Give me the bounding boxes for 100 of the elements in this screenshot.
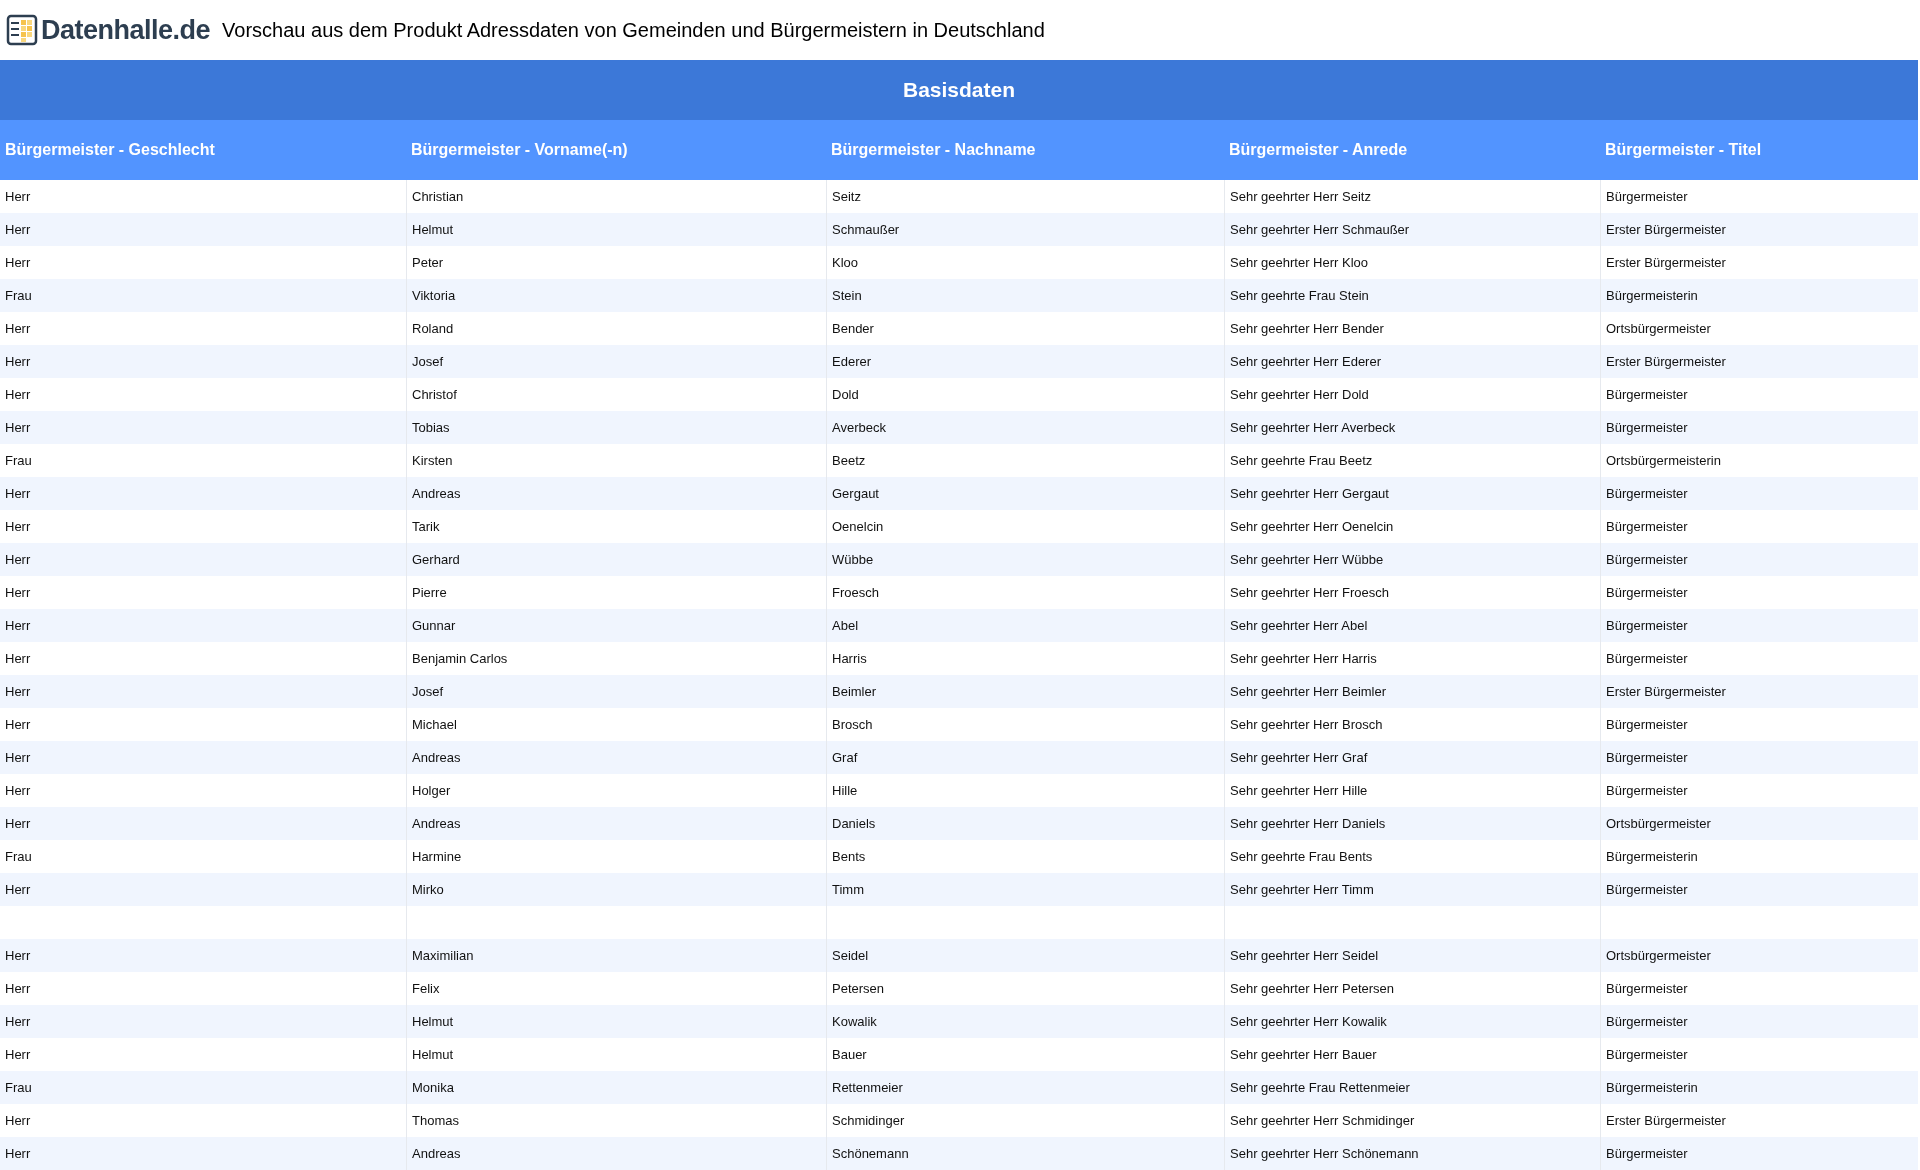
page-title: Vorschau aus dem Produkt Adressdaten von Gemeinden und Bürgermeistern in Deutschland (222, 18, 1045, 43)
table-cell-text: Harris (832, 649, 867, 668)
table-cell-text: Bürgermeister (1606, 880, 1688, 899)
table-cell-text: Sehr geehrter Herr Froesch (1230, 583, 1389, 602)
table-cell-text: Sehr geehrter Herr Harris (1230, 649, 1377, 668)
table-cell-text: Sehr geehrter Herr Dold (1230, 385, 1369, 404)
table-cell-text: Kirsten (412, 451, 453, 470)
table-cell-text: Herr (5, 1111, 31, 1130)
table-cell-text: Holger (412, 781, 451, 800)
table-cell-text: Froesch (832, 583, 879, 602)
table-cell-text: Helmut (412, 220, 454, 239)
table-cell-text: Bürgermeister (1606, 1144, 1688, 1163)
table-cell-text: Sehr geehrter Herr Daniels (1230, 814, 1386, 833)
table-cell-text: Schmaußer (832, 220, 900, 239)
table-cell-text: Bürgermeister (1606, 484, 1688, 503)
table-cell-text: Herr (5, 781, 31, 800)
table-cell-text: Dold (832, 385, 859, 404)
table-cell-text: Christian (412, 187, 464, 206)
table-cell-text: Seitz (832, 187, 861, 206)
table-cell-text: Michael (412, 715, 457, 734)
table-cell-text: Frau (5, 286, 32, 305)
table-cell-text: Sehr geehrter Herr Wübbe (1230, 550, 1384, 569)
section-title: Basisdaten (902, 77, 1015, 104)
table-cell-text: Herr (5, 253, 31, 272)
table-cell-text: Sehr geehrte Frau Bents (1230, 847, 1373, 866)
table-cell-text: Helmut (412, 1045, 454, 1064)
table-cell-text: Seidel (832, 946, 869, 965)
table-cell-text: Roland (412, 319, 454, 338)
table-cell-text: Herr (5, 814, 31, 833)
table-cell-text: Bürgermeisterin (1606, 1078, 1698, 1097)
table-cell-text: Andreas (412, 814, 461, 833)
table-cell-text: Bürgermeister (1606, 715, 1688, 734)
table-cell-text: Herr (5, 715, 31, 734)
table-cell-text: Sehr geehrter Herr Petersen (1230, 979, 1395, 998)
table-cell-text: Gunnar (412, 616, 456, 635)
table-cell-text: Erster Bürgermeister (1606, 253, 1726, 272)
table-cell-text: Sehr geehrter Herr Bauer (1230, 1045, 1377, 1064)
table-cell-text: Sehr geehrter Herr Seitz (1230, 187, 1371, 206)
table-cell-text: Bauer (832, 1045, 867, 1064)
table-cell-text: Herr (5, 1045, 31, 1064)
table-cell-text: Sehr geehrter Herr Hille (1230, 781, 1368, 800)
table-cell-text: Herr (5, 616, 31, 635)
table-cell-text: Herr (5, 979, 31, 998)
table-cell-text: Bürgermeister (1606, 748, 1688, 767)
table-cell-text: Herr (5, 682, 31, 701)
table-cell-text: Herr (5, 880, 31, 899)
table-cell-text: Sehr geehrte Frau Stein (1230, 286, 1369, 305)
table-cell-text: Bürgermeisterin (1606, 286, 1698, 305)
table-cell-text: Erster Bürgermeister (1606, 220, 1726, 239)
table-cell-text: Herr (5, 1012, 31, 1031)
table-cell-text: Sehr geehrter Herr Timm (1230, 880, 1374, 899)
table-cell-text: Herr (5, 946, 31, 965)
table-cell-text: Beetz (832, 451, 866, 470)
table-cell-text: Gergaut (832, 484, 879, 503)
table-cell-text: Hille (832, 781, 858, 800)
table-cell-text: Bürgermeister (1606, 550, 1688, 569)
column-header: Bürgermeister - Nachname (831, 140, 1036, 160)
table-cell-text: Frau (5, 1078, 32, 1097)
table-cell-text: Kloo (832, 253, 859, 272)
table-cell-text: Stein (832, 286, 862, 305)
table-cell-text: Andreas (412, 748, 461, 767)
table-cell-text: Frau (5, 847, 32, 866)
table-cell-text: Sehr geehrter Herr Kowalik (1230, 1012, 1387, 1031)
table-cell-text: Sehr geehrter Herr Abel (1230, 616, 1368, 635)
table-cell-text: Herr (5, 649, 31, 668)
table-cell-text: Abel (832, 616, 859, 635)
table-cell-text: Oenelcin (832, 517, 884, 536)
table-cell-text: Herr (5, 1144, 31, 1163)
table-cell-text: Bürgermeister (1606, 385, 1688, 404)
table-cell-text: Josef (412, 682, 444, 701)
table-cell-text: Bürgermeister (1606, 187, 1688, 206)
column-header: Bürgermeister - Titel (1605, 140, 1762, 160)
table-cell-text: Sehr geehrter Herr Schmaußer (1230, 220, 1410, 239)
table-cell-text: Rettenmeier (832, 1078, 903, 1097)
table-cell-text: Sehr geehrter Herr Schmidinger (1230, 1111, 1415, 1130)
table-cell-text: Sehr geehrter Herr Bender (1230, 319, 1384, 338)
table-cell-text: Erster Bürgermeister (1606, 352, 1726, 371)
table-cell-text: Schönemann (832, 1144, 909, 1163)
table-cell-text: Ortsbürgermeister (1606, 319, 1711, 338)
table-cell-text: Bürgermeisterin (1606, 847, 1698, 866)
table-cell-text: Sehr geehrter Herr Ederer (1230, 352, 1381, 371)
table-cell-text: Sehr geehrte Frau Rettenmeier (1230, 1078, 1410, 1097)
table-cell-text: Erster Bürgermeister (1606, 1111, 1726, 1130)
table-cell-text: Ortsbürgermeister (1606, 946, 1711, 965)
table-cell-text: Sehr geehrte Frau Beetz (1230, 451, 1373, 470)
table-cell-text: Erster Bürgermeister (1606, 682, 1726, 701)
logo-icon (5, 13, 39, 47)
table-cell-text: Benjamin Carlos (412, 649, 508, 668)
table-cell-text: Herr (5, 187, 31, 206)
table-cell-text: Schmidinger (832, 1111, 905, 1130)
table-cell-text: Herr (5, 418, 31, 437)
table-cell-text: Bürgermeister (1606, 517, 1688, 536)
table-cell-text: Josef (412, 352, 444, 371)
table-cell-text: Bürgermeister (1606, 616, 1688, 635)
table-cell-text: Bents (832, 847, 866, 866)
table-cell-text: Herr (5, 220, 31, 239)
table-cell-text: Kowalik (832, 1012, 877, 1031)
column-header: Bürgermeister - Geschlecht (5, 140, 215, 160)
table-cell-text: Felix (412, 979, 440, 998)
table-cell-text: Herr (5, 583, 31, 602)
